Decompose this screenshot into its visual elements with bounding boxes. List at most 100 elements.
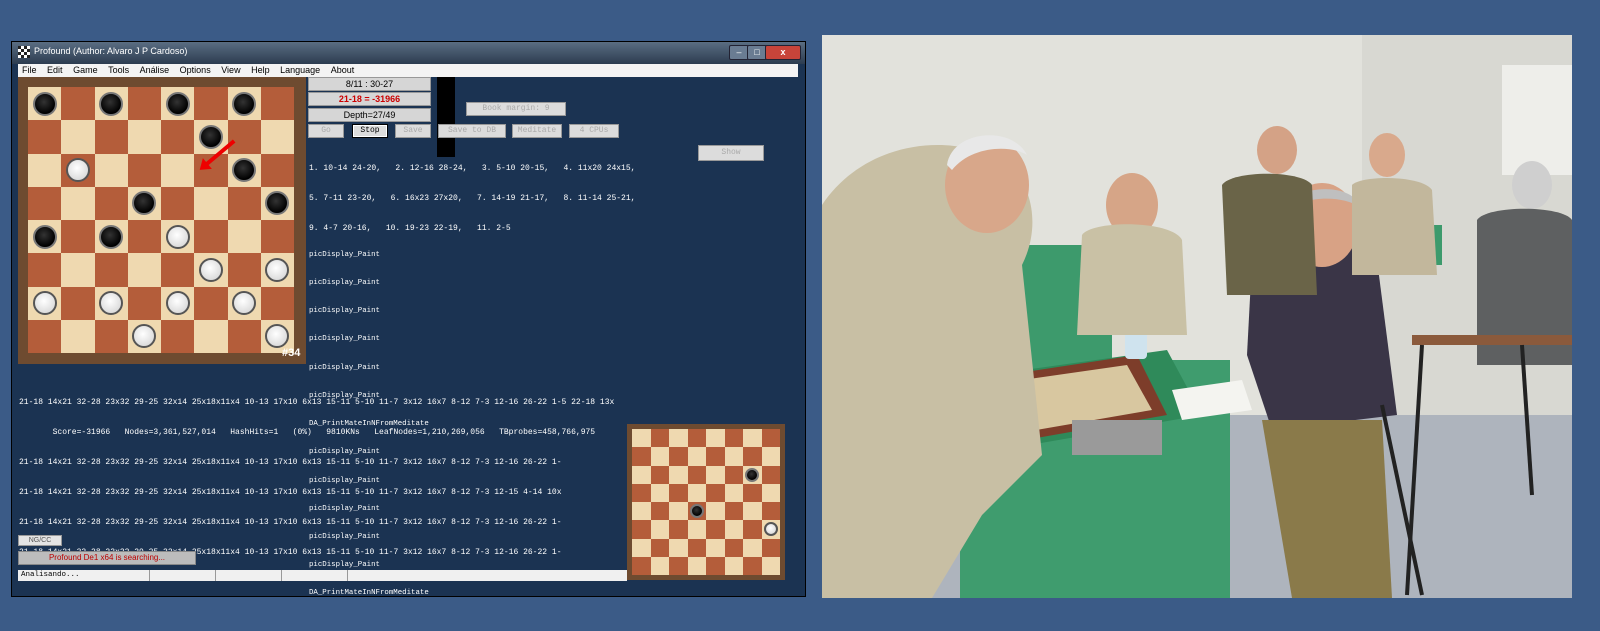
board-square[interactable] [260, 286, 294, 320]
board-square[interactable] [761, 520, 780, 539]
board-square[interactable] [687, 429, 706, 448]
board-square[interactable] [761, 465, 780, 484]
board-square[interactable] [94, 286, 128, 320]
board-square[interactable] [687, 538, 706, 557]
white-piece-icon[interactable] [165, 224, 190, 249]
black-piece-icon[interactable] [232, 158, 257, 183]
board-square[interactable] [687, 556, 706, 575]
white-piece-icon[interactable] [132, 324, 157, 349]
board-square[interactable] [669, 520, 688, 539]
white-piece-icon[interactable] [198, 257, 223, 282]
board-square[interactable] [687, 520, 706, 539]
menu-options[interactable]: Options [176, 64, 215, 77]
board-square[interactable] [227, 120, 261, 154]
board-square[interactable] [650, 483, 669, 502]
board-square[interactable] [650, 465, 669, 484]
white-piece-icon[interactable] [763, 522, 778, 537]
board-square[interactable] [127, 286, 161, 320]
board-square[interactable] [61, 87, 95, 121]
board-square[interactable] [650, 538, 669, 557]
board-square[interactable] [687, 465, 706, 484]
board-square[interactable] [61, 186, 95, 220]
board-square[interactable] [743, 447, 762, 466]
menu-edit[interactable]: Edit [43, 64, 67, 77]
board-square[interactable] [743, 502, 762, 521]
board-square[interactable] [227, 286, 261, 320]
board-square[interactable] [127, 220, 161, 254]
close-button[interactable]: x [765, 45, 801, 60]
board-square[interactable] [632, 520, 651, 539]
board-square[interactable] [61, 253, 95, 287]
board-square[interactable] [61, 153, 95, 187]
board-square[interactable] [260, 153, 294, 187]
board-square[interactable] [260, 186, 294, 220]
board-square[interactable] [28, 120, 62, 154]
board-square[interactable] [28, 186, 62, 220]
board-square[interactable] [761, 429, 780, 448]
board-square[interactable] [743, 483, 762, 502]
board-square[interactable] [28, 319, 62, 353]
white-piece-icon[interactable] [265, 324, 290, 349]
board-square[interactable] [632, 429, 651, 448]
board-square[interactable] [632, 538, 651, 557]
board-square[interactable] [94, 186, 128, 220]
board-square[interactable] [260, 87, 294, 121]
board-square[interactable] [227, 319, 261, 353]
board-square[interactable] [28, 220, 62, 254]
black-piece-icon[interactable] [745, 467, 760, 482]
black-piece-icon[interactable] [32, 224, 57, 249]
black-piece-icon[interactable] [132, 191, 157, 216]
board-square[interactable] [650, 556, 669, 575]
board-square[interactable] [761, 447, 780, 466]
board-square[interactable] [127, 120, 161, 154]
board-square[interactable] [194, 87, 228, 121]
board-square[interactable] [650, 429, 669, 448]
black-piece-icon[interactable] [232, 91, 257, 116]
board-square[interactable] [127, 87, 161, 121]
board-square[interactable] [94, 87, 128, 121]
board-square[interactable] [724, 556, 743, 575]
menu-view[interactable]: View [217, 64, 244, 77]
board-square[interactable] [161, 87, 195, 121]
board-square[interactable] [161, 153, 195, 187]
white-piece-icon[interactable] [265, 257, 290, 282]
maximize-button[interactable]: □ [747, 45, 767, 60]
board-square[interactable] [61, 120, 95, 154]
go-button[interactable]: Go [308, 124, 344, 138]
black-piece-icon[interactable] [265, 191, 290, 216]
board-square[interactable] [194, 253, 228, 287]
board-square[interactable] [227, 220, 261, 254]
menu-file[interactable]: File [18, 64, 41, 77]
title-bar[interactable]: Profound (Author: Alvaro J P Cardoso) – … [12, 42, 805, 64]
board-square[interactable] [127, 153, 161, 187]
board-square[interactable] [227, 186, 261, 220]
board-square[interactable] [94, 153, 128, 187]
black-piece-icon[interactable] [689, 504, 704, 519]
board-square[interactable] [743, 520, 762, 539]
board-square[interactable] [632, 447, 651, 466]
board-square[interactable] [724, 538, 743, 557]
board-square[interactable] [687, 447, 706, 466]
board-square[interactable] [632, 465, 651, 484]
board-square[interactable] [706, 465, 725, 484]
cpus-button[interactable]: 4 CPUs [569, 124, 619, 138]
board-square[interactable] [260, 120, 294, 154]
black-piece-icon[interactable] [32, 91, 57, 116]
black-piece-icon[interactable] [99, 224, 124, 249]
board-square[interactable] [28, 87, 62, 121]
board-square[interactable] [161, 120, 195, 154]
main-board[interactable] [28, 87, 294, 353]
board-square[interactable] [61, 319, 95, 353]
board-square[interactable] [743, 538, 762, 557]
board-square[interactable] [761, 538, 780, 557]
board-square[interactable] [227, 87, 261, 121]
board-square[interactable] [687, 502, 706, 521]
white-piece-icon[interactable] [32, 291, 57, 316]
board-square[interactable] [632, 556, 651, 575]
board-square[interactable] [669, 447, 688, 466]
black-piece-icon[interactable] [165, 91, 190, 116]
board-square[interactable] [724, 465, 743, 484]
board-square[interactable] [650, 447, 669, 466]
meditate-button[interactable]: Meditate [512, 124, 562, 138]
save-to-db-button[interactable]: Save to DB [438, 124, 506, 138]
